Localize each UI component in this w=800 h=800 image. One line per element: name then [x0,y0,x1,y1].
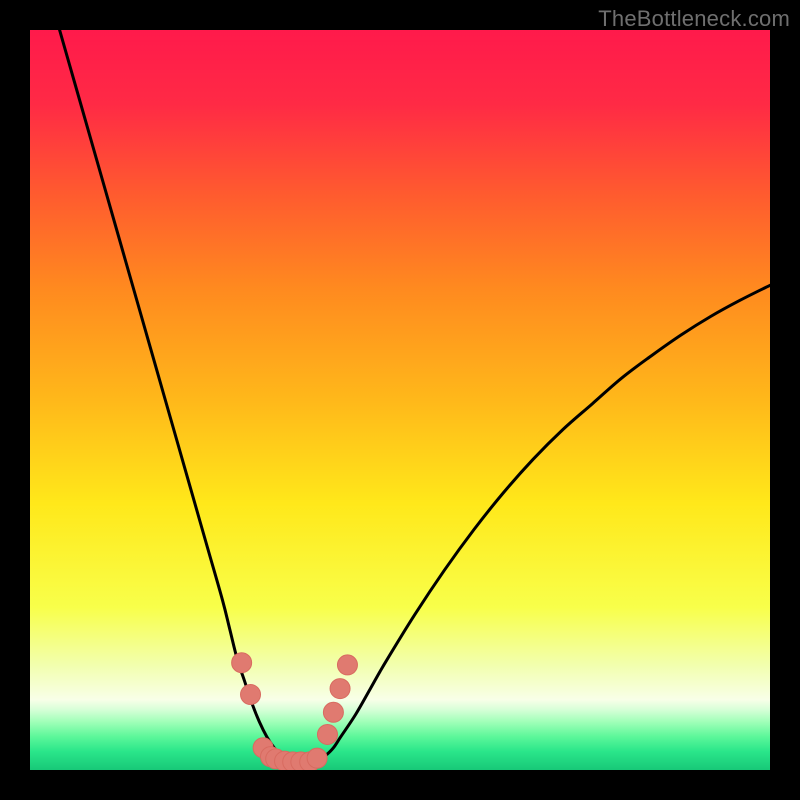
plot-area [30,30,770,770]
data-marker [307,748,327,768]
data-marker [232,653,252,673]
data-marker [337,655,357,675]
data-marker [241,685,261,705]
chart-svg [30,30,770,770]
data-marker [323,702,343,722]
curve-right-curve [311,285,770,762]
watermark-text: TheBottleneck.com [598,6,790,32]
curve-left-curve [60,30,297,763]
data-marker [317,724,337,744]
outer-frame: TheBottleneck.com [0,0,800,800]
data-marker [330,679,350,699]
